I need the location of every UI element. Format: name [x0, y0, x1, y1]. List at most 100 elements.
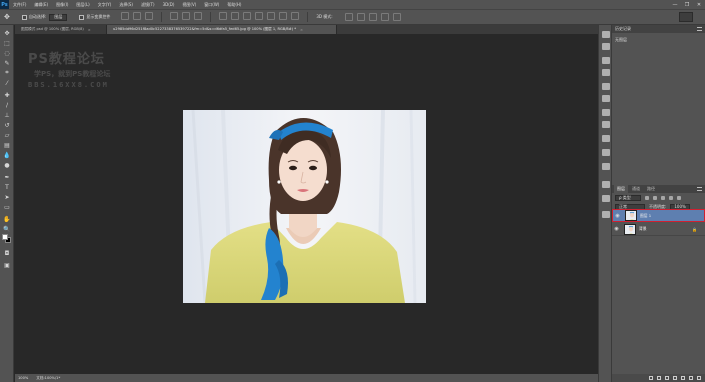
history-brush-tool-icon[interactable]: ↺: [2, 121, 12, 129]
menu-3d[interactable]: 3D(D): [163, 2, 175, 7]
distribute-top-icon[interactable]: [219, 12, 228, 20]
link-layers-icon[interactable]: [649, 376, 653, 380]
clone-source-panel-icon[interactable]: [602, 135, 610, 142]
menu-file[interactable]: 文件(F): [13, 2, 26, 8]
tab-document-2[interactable]: u2985dd96d251f8ad0c5227338376539722&fm=5…: [107, 25, 337, 34]
blur-tool-icon[interactable]: 💧: [2, 151, 12, 159]
distribute-center-icon[interactable]: [267, 12, 276, 20]
layer-mask-icon[interactable]: [665, 376, 669, 380]
character-panel-icon[interactable]: [602, 149, 610, 156]
menu-image[interactable]: 图像(I): [56, 2, 68, 8]
channels-panel-icon[interactable]: [602, 195, 610, 202]
filter-pixel-icon[interactable]: [645, 195, 649, 200]
distribute-middle-icon[interactable]: [231, 12, 240, 20]
menu-layer[interactable]: 图层(L): [76, 2, 89, 8]
layer-row[interactable]: ◉ 图层 1: [612, 209, 705, 222]
healing-brush-tool-icon[interactable]: ✚: [2, 91, 12, 99]
eyedropper-tool-icon[interactable]: ⁄: [2, 79, 12, 87]
panel-menu-icon[interactable]: [697, 187, 702, 191]
eye-icon[interactable]: ◉: [613, 213, 622, 219]
quick-mask-icon[interactable]: ◘: [2, 249, 12, 257]
history-panel-icon[interactable]: [602, 31, 610, 38]
menu-window[interactable]: 窗口(W): [204, 2, 219, 8]
menu-edit[interactable]: 编辑(E): [34, 2, 48, 8]
menu-view[interactable]: 视图(V): [182, 2, 196, 8]
gradient-tool-icon[interactable]: ▤: [2, 141, 12, 149]
align-center-icon[interactable]: [182, 12, 191, 20]
shape-tool-icon[interactable]: ▭: [2, 203, 12, 211]
layer-row[interactable]: ◉ 背景 🔒: [612, 223, 705, 236]
document-canvas[interactable]: [183, 110, 426, 303]
menu-type[interactable]: 文字(Y): [98, 2, 112, 8]
swatches-panel-icon[interactable]: [602, 69, 610, 76]
3d-rotate-icon[interactable]: [344, 13, 353, 21]
tab-channels[interactable]: 通道: [629, 185, 643, 193]
new-layer-icon[interactable]: [689, 376, 693, 380]
foreground-color-swatch[interactable]: [2, 234, 8, 240]
path-select-tool-icon[interactable]: ➤: [2, 193, 12, 201]
align-right-icon[interactable]: [194, 12, 203, 20]
adjustment-layer-icon[interactable]: [673, 376, 677, 380]
3d-slide-icon[interactable]: [380, 13, 389, 21]
menu-help[interactable]: 帮助(H): [227, 2, 241, 8]
hand-tool-icon[interactable]: ✋: [2, 215, 12, 223]
dodge-tool-icon[interactable]: ●: [2, 161, 12, 169]
brush-tool-icon[interactable]: ∕: [2, 101, 12, 109]
eraser-tool-icon[interactable]: ▱: [2, 131, 12, 139]
align-bottom-icon[interactable]: [145, 12, 154, 20]
filter-smart-object-icon[interactable]: [677, 195, 681, 200]
3d-pan-icon[interactable]: [368, 13, 377, 21]
align-top-icon[interactable]: [121, 12, 130, 20]
styles-panel-icon[interactable]: [602, 95, 610, 102]
zoom-tool-icon[interactable]: 🔍: [2, 225, 12, 233]
zoom-level[interactable]: 100%: [18, 376, 28, 380]
marquee-tool-icon[interactable]: ⬚: [2, 39, 12, 47]
adjustments-panel-icon[interactable]: [602, 83, 610, 90]
paths-panel-icon[interactable]: [602, 211, 610, 218]
close-button[interactable]: ✕: [693, 0, 705, 9]
layer-name[interactable]: 图层 1: [640, 213, 651, 219]
distribute-bottom-icon[interactable]: [243, 12, 252, 20]
color-panel-icon[interactable]: [602, 57, 610, 64]
delete-layer-icon[interactable]: [697, 376, 701, 380]
history-panel-title[interactable]: 历史记录: [615, 26, 631, 32]
crop-tool-icon[interactable]: ⌗: [2, 69, 12, 77]
distribute-right-icon[interactable]: [279, 12, 288, 20]
move-tool-icon[interactable]: ✥: [4, 12, 16, 22]
canvas-workspace[interactable]: PS教程论坛 学PS，就到PS教程论坛 BBS.16XX8.COM: [15, 34, 598, 374]
quick-select-tool-icon[interactable]: ✎: [2, 59, 12, 67]
properties-panel-icon[interactable]: [602, 43, 610, 50]
align-middle-icon[interactable]: [133, 12, 142, 20]
filter-adjustment-icon[interactable]: [653, 195, 657, 200]
auto-select-target-dropdown[interactable]: 图层: [49, 13, 68, 21]
document-info[interactable]: 文档:100%/1*: [36, 376, 60, 381]
panel-menu-icon[interactable]: [697, 27, 702, 31]
filter-type-icon[interactable]: [661, 195, 665, 200]
align-left-icon[interactable]: [170, 12, 179, 20]
filter-shape-icon[interactable]: [669, 195, 673, 200]
menu-select[interactable]: 选择(S): [119, 2, 133, 8]
brush-presets-panel-icon[interactable]: [602, 121, 610, 128]
screen-mode-icon[interactable]: ▣: [2, 261, 12, 269]
auto-select-checkbox[interactable]: [22, 14, 27, 20]
tab-layers[interactable]: 图层: [614, 185, 628, 193]
close-icon[interactable]: ×: [300, 28, 303, 32]
layer-kind-filter[interactable]: ρ 类型: [615, 194, 641, 201]
type-tool-icon[interactable]: T: [2, 183, 12, 191]
tab-document-1[interactable]: 图层模式 psd @ 100% (图层, RGB/8) ×: [15, 25, 107, 34]
3d-roll-icon[interactable]: [356, 13, 365, 21]
layer-name[interactable]: 背景: [639, 226, 647, 232]
minimize-button[interactable]: —: [669, 0, 681, 9]
show-transform-checkbox[interactable]: [79, 14, 85, 20]
eye-icon[interactable]: ◉: [612, 226, 621, 232]
move-tool-icon[interactable]: ✥: [2, 29, 12, 37]
layers-panel-icon[interactable]: [602, 181, 610, 188]
lasso-tool-icon[interactable]: ◌: [2, 49, 12, 57]
menu-filter[interactable]: 滤镜(T): [141, 2, 155, 8]
distribute-left-icon[interactable]: [255, 12, 264, 20]
new-group-icon[interactable]: [681, 376, 685, 380]
pen-tool-icon[interactable]: ✒: [2, 173, 12, 181]
workspace-switcher[interactable]: [679, 12, 693, 22]
tab-paths[interactable]: 路径: [644, 185, 658, 193]
maximize-button[interactable]: ❐: [681, 0, 693, 9]
